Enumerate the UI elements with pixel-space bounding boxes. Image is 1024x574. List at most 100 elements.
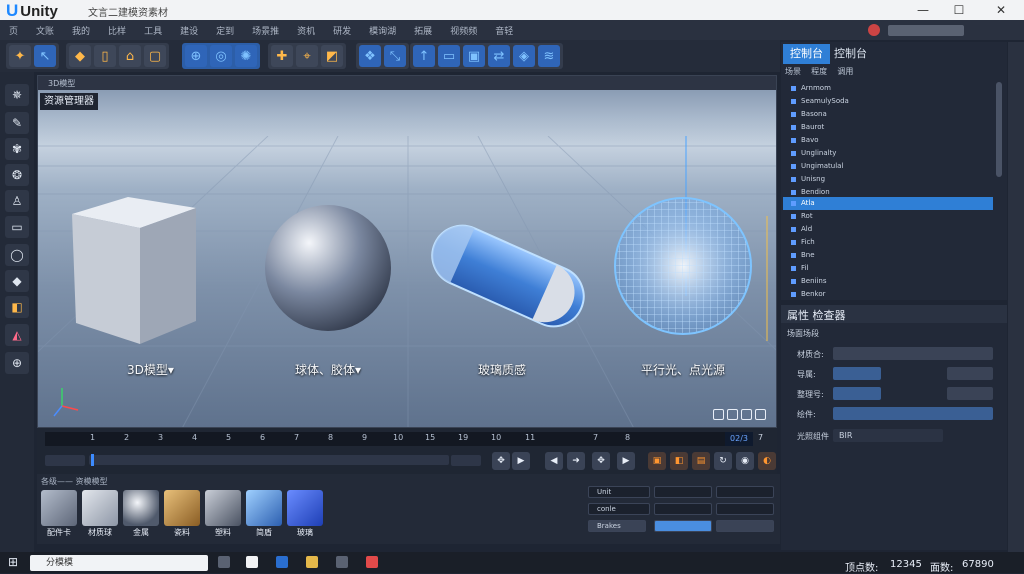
snap-tool-icon[interactable]: ❖ xyxy=(359,45,381,67)
menu-item[interactable]: 模询湖 xyxy=(360,24,405,37)
shader-tool-icon[interactable]: ≋ xyxy=(538,45,560,67)
layout-stepper[interactable] xyxy=(947,387,993,400)
timeline-ruler[interactable]: 1 2 3 4 5 6 7 8 9 10 15 19 10 11 7 8 xyxy=(45,432,725,446)
loop-icon[interactable]: ↻ xyxy=(714,452,732,470)
menu-item[interactable]: 建设 xyxy=(171,24,207,37)
light-component-dropdown[interactable]: BIR xyxy=(833,429,943,442)
asset-thumb[interactable] xyxy=(246,490,282,526)
app-icon[interactable] xyxy=(366,556,378,568)
timeline-scrubber[interactable] xyxy=(89,454,449,466)
brush-tool-icon[interactable]: ◆ xyxy=(69,45,91,67)
book-icon[interactable]: ▭ xyxy=(5,216,29,238)
asset-thumb[interactable] xyxy=(41,490,77,526)
menu-item[interactable]: 定到 xyxy=(207,24,243,37)
pen-icon[interactable]: ✎ xyxy=(5,112,29,134)
app-icon[interactable] xyxy=(276,556,288,568)
menu-item[interactable]: 资机 xyxy=(288,24,324,37)
hierarchy-row[interactable]: Fil xyxy=(783,262,993,275)
tab-inspector[interactable]: 属性 检查器 xyxy=(787,307,846,323)
layout-stepper[interactable] xyxy=(833,387,881,400)
swap-tool-icon[interactable]: ⇄ xyxy=(488,45,510,67)
hierarchy-row[interactable]: Bavo xyxy=(783,134,993,147)
settings-gear-icon[interactable]: ✺ xyxy=(235,45,257,67)
scene-viewport[interactable]: 3D模型 资源管理器 3D模型▾ 球体、胶体▾ 玻璃质感 平行光、点光源 xyxy=(37,75,777,428)
hierarchy-row[interactable]: Bne xyxy=(783,249,993,262)
maximize-button[interactable]: ☐ xyxy=(942,0,976,20)
orbit-icon[interactable]: ✵ xyxy=(5,84,29,106)
key-icon[interactable]: ◧ xyxy=(670,452,688,470)
app-icon[interactable] xyxy=(246,556,258,568)
hierarchy-row[interactable]: Rot xyxy=(783,210,993,223)
menu-item[interactable]: 拓展 xyxy=(405,24,441,37)
home-tool-icon[interactable]: ⌂ xyxy=(119,45,141,67)
asset-thumb[interactable] xyxy=(164,490,200,526)
add-tool-icon[interactable]: ✚ xyxy=(271,45,293,67)
menu-item[interactable]: 音轻 xyxy=(486,24,522,37)
play-forward-icon[interactable]: ▶ xyxy=(617,452,635,470)
anim-dropdown[interactable] xyxy=(654,486,712,498)
menu-item[interactable]: 研发 xyxy=(324,24,360,37)
asset-thumb[interactable] xyxy=(205,490,241,526)
frame-icon[interactable]: ▤ xyxy=(692,452,710,470)
material-field[interactable] xyxy=(833,347,993,360)
scrubber-handle[interactable] xyxy=(91,454,94,466)
shape-icon[interactable]: ◆ xyxy=(5,270,29,292)
stop-icon[interactable] xyxy=(741,409,752,420)
hierarchy-row[interactable]: Benkor xyxy=(783,288,993,301)
sync-icon[interactable]: ◐ xyxy=(758,452,776,470)
play-icon[interactable]: ▶ xyxy=(512,452,530,470)
column-call[interactable]: 调用 xyxy=(837,67,853,76)
timeline-mode-select[interactable] xyxy=(45,455,85,466)
people-icon[interactable]: ❂ xyxy=(5,164,29,186)
asset-thumb[interactable] xyxy=(82,490,118,526)
pointer-tool-icon[interactable]: ↖ xyxy=(34,45,56,67)
tab-console[interactable]: 控制台 xyxy=(783,44,830,64)
rotate-tool-icon[interactable]: ◎ xyxy=(210,45,232,67)
hierarchy-row[interactable]: Arnmom xyxy=(783,82,993,95)
rewind-icon[interactable]: ◀ xyxy=(545,452,563,470)
close-button[interactable]: ✕ xyxy=(984,0,1018,20)
hierarchy-row-selected[interactable]: Atla xyxy=(783,197,993,210)
document-tool-icon[interactable]: ▯ xyxy=(94,45,116,67)
tab-console-2[interactable]: 控制台 xyxy=(827,44,874,64)
anim-button[interactable] xyxy=(716,520,774,532)
upload-tool-icon[interactable]: ↑ xyxy=(413,45,435,67)
column-scene[interactable]: 场景 xyxy=(785,67,801,76)
menu-item[interactable]: 文账 xyxy=(27,24,63,37)
brakes-button[interactable]: Brakes xyxy=(588,520,646,532)
prev-icon[interactable] xyxy=(727,409,738,420)
anim-dropdown[interactable] xyxy=(716,486,774,498)
caption-3d-model[interactable]: 3D模型▾ xyxy=(127,361,174,378)
anim-progress-bar[interactable] xyxy=(654,520,712,532)
timeline-current-value[interactable]: 02/3 xyxy=(725,432,753,446)
hierarchy-row[interactable]: Ald xyxy=(783,223,993,236)
camera-icon[interactable]: ◉ xyxy=(736,452,754,470)
caption-sphere-capsule[interactable]: 球体、胶体▾ xyxy=(295,361,361,378)
hierarchy-row[interactable]: Baurot xyxy=(783,121,993,134)
anim-conle-dropdown[interactable]: conle xyxy=(588,503,650,515)
app-icon[interactable] xyxy=(336,556,348,568)
hierarchy-row[interactable]: Unglinalty xyxy=(783,147,993,160)
scale-tool-icon[interactable]: ⤡ xyxy=(384,45,406,67)
menu-item[interactable]: 视频频 xyxy=(441,24,486,37)
asset-thumb[interactable] xyxy=(123,490,159,526)
attribute-stepper[interactable] xyxy=(833,367,881,380)
asset-thumb[interactable] xyxy=(287,490,323,526)
account-field[interactable] xyxy=(888,25,964,36)
paint-icon[interactable]: ✾ xyxy=(5,138,29,160)
account-icon[interactable] xyxy=(868,24,880,36)
hierarchy-row[interactable]: Beniins xyxy=(783,275,993,288)
user-icon[interactable]: ♙ xyxy=(5,190,29,212)
hierarchy-scrollbar[interactable] xyxy=(996,82,1002,177)
target-tool-icon[interactable]: ⊕ xyxy=(185,45,207,67)
forward-icon[interactable]: ➜ xyxy=(567,452,585,470)
attribute-stepper[interactable] xyxy=(947,367,993,380)
menu-item[interactable]: 工具 xyxy=(135,24,171,37)
search-icon[interactable]: ◯ xyxy=(5,244,29,266)
hierarchy-row[interactable]: Basona xyxy=(783,108,993,121)
draw-slider[interactable] xyxy=(833,407,993,420)
task-view-icon[interactable] xyxy=(218,556,230,568)
move-keys-icon[interactable]: ✥ xyxy=(592,452,610,470)
hierarchy-row[interactable]: SeamulySoda xyxy=(783,95,993,108)
anim-dropdown[interactable] xyxy=(654,503,712,515)
